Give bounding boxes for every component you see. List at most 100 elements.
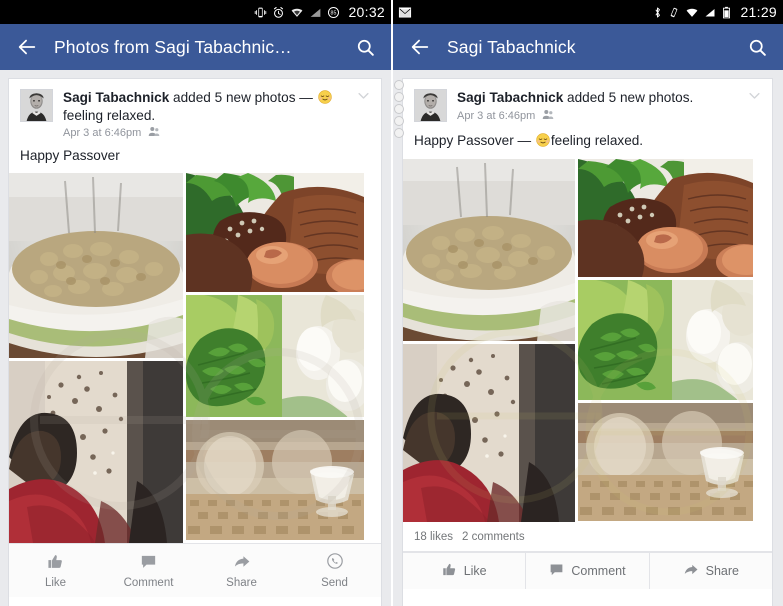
indicator-dot: [394, 92, 404, 102]
relaxed-face-emoji: [317, 90, 332, 104]
post-author-name[interactable]: Sagi Tabachnick: [457, 90, 563, 105]
two-phone-comparison: 85 20:32 Photos from Sagi Tabachnic… Sag…: [0, 0, 783, 606]
engagement-summary: 18 likes 2 comments: [403, 522, 772, 552]
comment-count[interactable]: 2 comments: [462, 531, 525, 543]
friends-icon[interactable]: [148, 126, 160, 140]
left-page-title: Photos from Sagi Tabachnic…: [54, 36, 292, 57]
wifi-icon: [290, 6, 304, 19]
left-post-card: Sagi Tabachnick added 5 new photos — fee…: [8, 78, 382, 606]
comment-button[interactable]: Comment: [102, 553, 195, 589]
post-timestamp[interactable]: Apr 3 at 6:46pm: [457, 110, 535, 122]
left-phone-screenshot: 85 20:32 Photos from Sagi Tabachnic… Sag…: [0, 0, 391, 606]
arrow-back-icon[interactable]: [14, 34, 40, 60]
right-status-bar-system-icons: 21:29: [652, 4, 777, 20]
left-photo-column-2: [186, 173, 364, 543]
right-status-bar: 21:29: [393, 0, 783, 24]
avatar[interactable]: [414, 89, 447, 122]
photo-glasses-on-table[interactable]: [186, 420, 364, 540]
indicator-dot: [394, 128, 404, 138]
like-button-label: Like: [463, 563, 487, 578]
photo-bowl-of-grain[interactable]: [9, 173, 183, 358]
share-arrow-icon: [683, 562, 699, 580]
photo-seder-plate-egg[interactable]: [186, 173, 364, 292]
right-post-card: Sagi Tabachnick added 5 new photos. Apr …: [402, 78, 773, 606]
left-status-bar-system-icons: 85 20:32: [254, 4, 385, 20]
left-photo-column-1: [9, 173, 183, 543]
left-status-bar-clock: 20:32: [348, 4, 385, 20]
right-status-bar-clock: 21:29: [740, 4, 777, 20]
vibrate-icon: [668, 6, 680, 19]
right-status-bar-notifications: [398, 6, 652, 19]
post-feeling-text: feeling relaxed.: [63, 107, 156, 123]
post-action-text: added 5 new photos —: [169, 90, 317, 105]
right-post-header: Sagi Tabachnick added 5 new photos. Apr …: [403, 79, 772, 123]
left-post-message: Happy Passover: [20, 148, 120, 163]
comment-button-label: Comment: [571, 563, 626, 578]
chevron-down-icon[interactable]: [747, 88, 763, 104]
search-icon[interactable]: [352, 34, 378, 60]
right-post-actions: Like Comment Share: [403, 551, 772, 589]
vibrate-icon: [254, 6, 267, 19]
left-post-header: Sagi Tabachnick added 5 new photos — fee…: [9, 79, 381, 140]
indicator-dot: [394, 80, 404, 90]
send-button-label: Send: [321, 577, 348, 589]
left-post-meta: Apr 3 at 6:46pm: [63, 126, 349, 140]
comment-icon: [549, 562, 564, 580]
right-feed-page: Sagi Tabachnick added 5 new photos. Apr …: [393, 70, 783, 606]
send-button[interactable]: Send: [288, 552, 381, 589]
like-button[interactable]: Like: [403, 552, 527, 589]
left-post-author-line: Sagi Tabachnick added 5 new photos — fee…: [63, 89, 349, 124]
post-timestamp[interactable]: Apr 3 at 6:46pm: [63, 127, 141, 139]
signal-icon: [704, 6, 716, 19]
relaxed-face-emoji: [536, 132, 550, 147]
post-author-name[interactable]: Sagi Tabachnick: [63, 90, 169, 105]
chevron-down-icon[interactable]: [356, 88, 372, 104]
share-button-label: Share: [705, 563, 739, 578]
left-post-byline: Sagi Tabachnick added 5 new photos — fee…: [63, 89, 371, 140]
right-post-meta: Apr 3 at 6:46pm: [457, 109, 693, 123]
comment-button[interactable]: Comment: [526, 552, 650, 589]
share-button[interactable]: Share: [650, 553, 772, 589]
photo-person-red-sweater[interactable]: [403, 343, 575, 522]
photo-glasses-on-table[interactable]: [578, 402, 753, 521]
indicator-dot: [394, 104, 404, 114]
photo-herbs-and-eggs[interactable]: [578, 279, 753, 400]
left-feed-page: Sagi Tabachnick added 5 new photos — fee…: [0, 70, 391, 606]
post-message-prefix: Happy Passover —: [414, 132, 535, 148]
left-post-actions: Like Comment Share Send: [9, 543, 381, 597]
bluetooth-icon: [652, 6, 663, 19]
indicator-dot: [394, 116, 404, 126]
left-action-bar: Photos from Sagi Tabachnic…: [0, 24, 391, 70]
svg-text:85: 85: [331, 10, 337, 16]
signal-icon: [309, 6, 322, 19]
right-phone-screenshot: 21:29 Sagi Tabachnick Sagi Tabachnick ad…: [393, 0, 783, 606]
photo-seder-plate-egg[interactable]: [578, 158, 753, 277]
share-arrow-icon: [233, 553, 251, 573]
left-status-bar: 85 20:32: [0, 0, 391, 24]
friends-icon[interactable]: [542, 109, 554, 123]
share-button[interactable]: Share: [195, 553, 288, 589]
like-button[interactable]: Like: [9, 553, 102, 589]
share-button-label: Share: [226, 576, 257, 589]
right-photo-column-1: [403, 158, 575, 522]
photo-bowl-of-grain[interactable]: [403, 158, 575, 341]
photo-person-red-sweater[interactable]: [9, 361, 183, 543]
gmail-icon: [398, 6, 412, 19]
alarm-clock-icon: [272, 6, 285, 19]
thumbs-up-icon: [442, 562, 457, 580]
right-action-bar: Sagi Tabachnick: [393, 24, 783, 70]
right-post-message: Happy Passover — feeling relaxed.: [403, 123, 772, 159]
right-post-byline: Sagi Tabachnick added 5 new photos. Apr …: [457, 89, 715, 123]
avatar[interactable]: [20, 89, 53, 122]
wifi-icon: [685, 6, 699, 19]
photo-position-indicator: [394, 80, 405, 138]
comment-button-label: Comment: [123, 576, 174, 589]
whatsapp-send-icon: [326, 552, 344, 573]
like-count[interactable]: 18 likes: [414, 531, 453, 543]
right-page-title: Sagi Tabachnick: [447, 36, 576, 57]
right-post-author-line: Sagi Tabachnick added 5 new photos.: [457, 89, 693, 107]
search-icon[interactable]: [744, 34, 770, 60]
like-button-label: Like: [44, 576, 67, 589]
arrow-back-icon[interactable]: [407, 34, 433, 60]
photo-herbs-and-eggs[interactable]: [186, 295, 364, 417]
